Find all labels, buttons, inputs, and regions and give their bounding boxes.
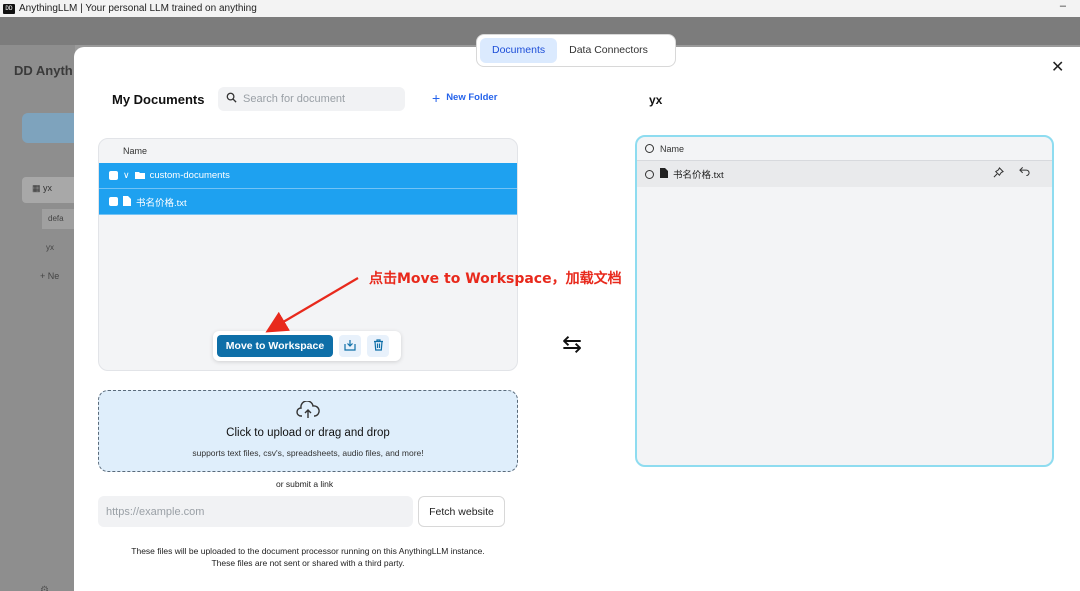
search-box (218, 87, 405, 111)
chevron-down-icon[interactable]: ∨ (123, 170, 130, 181)
fetch-website-button[interactable]: Fetch website (418, 496, 505, 527)
workspace-list-item[interactable]: 书名价格.txt (637, 161, 1052, 187)
background-settings-icon: ⚙ (40, 585, 49, 591)
window-title: AnythingLLM | Your personal LLM trained … (19, 3, 257, 14)
trash-icon (373, 338, 384, 354)
workspace-select-all-checkbox[interactable] (645, 144, 654, 153)
background-thread-yx: yx (46, 243, 54, 252)
privacy-notice: These files will be uploaded to the docu… (98, 545, 518, 569)
upload-title: Click to upload or drag and drop (226, 427, 390, 439)
new-folder-button[interactable]: + New Folder (432, 89, 498, 106)
upload-dropzone[interactable]: Click to upload or drag and drop support… (98, 390, 518, 472)
workspace-title: yx (649, 93, 663, 107)
privacy-notice-line1: These files will be uploaded to the docu… (131, 546, 485, 556)
folder-icon (134, 171, 145, 181)
tab-data-connectors[interactable]: Data Connectors (557, 38, 660, 63)
folder-checkbox[interactable] (109, 171, 118, 180)
minimize-button[interactable]: – (1060, 0, 1066, 12)
workspace-file-checkbox[interactable] (645, 169, 654, 179)
delete-button[interactable] (367, 335, 389, 357)
folder-name: custom-documents (149, 170, 230, 181)
move-to-workspace-button[interactable]: Move to Workspace (217, 335, 333, 357)
my-documents-title: My Documents (112, 92, 205, 107)
or-submit-link-text: or submit a link (276, 479, 334, 489)
pin-icon[interactable] (993, 167, 1004, 181)
tab-documents[interactable]: Documents (480, 38, 558, 63)
workspace-documents-list: Name 书名价格.txt (635, 135, 1054, 467)
background-new-workspace-button (22, 113, 82, 143)
plus-icon: + (432, 89, 441, 106)
search-icon (226, 92, 237, 106)
file-name: 书名价格.txt (136, 197, 187, 209)
new-folder-label: New Folder (446, 92, 498, 103)
background-logo: DD Anyth (14, 63, 73, 78)
grid-icon: ▦ (32, 183, 44, 193)
app-logo-icon: DD (3, 3, 15, 14)
background-new-thread: + Ne (40, 271, 60, 281)
workspace-column-header: Name (637, 137, 1052, 161)
move-to-folder-button[interactable] (339, 335, 361, 357)
undo-icon[interactable] (1019, 166, 1030, 179)
list-item-folder[interactable]: ∨ custom-documents (99, 163, 517, 189)
column-header-name: Name (123, 146, 148, 156)
file-icon (660, 168, 668, 180)
swap-arrows-icon: ⇆ (562, 331, 583, 358)
file-checkbox[interactable] (109, 197, 118, 206)
workspace-column-name: Name (660, 143, 685, 154)
upload-subtitle: supports text files, csv's, spreadsheets… (192, 448, 424, 458)
search-input[interactable] (243, 93, 393, 105)
window-titlebar: DD AnythingLLM | Your personal LLM train… (0, 0, 1080, 17)
close-icon[interactable]: ✕ (1051, 57, 1064, 77)
list-item-file[interactable]: 书名价格.txt (99, 189, 517, 215)
selection-action-bar: Move to Workspace (213, 331, 401, 361)
document-manager-modal: ✕ My Documents + New Folder Name ∨ custo… (74, 47, 1080, 591)
url-input[interactable] (98, 496, 413, 527)
privacy-notice-line2: These files are not sent or shared with … (211, 558, 405, 568)
file-icon (123, 195, 131, 208)
modal-tabs: Documents Data Connectors (476, 34, 676, 67)
folder-move-icon (344, 339, 356, 354)
workspace-file-name: 书名价格.txt (673, 170, 724, 181)
cloud-upload-icon (99, 400, 517, 424)
background-workspace-item: ▦ yx (22, 177, 82, 203)
annotation-text: 点击Move to Workspace，加载文档 (369, 271, 622, 287)
